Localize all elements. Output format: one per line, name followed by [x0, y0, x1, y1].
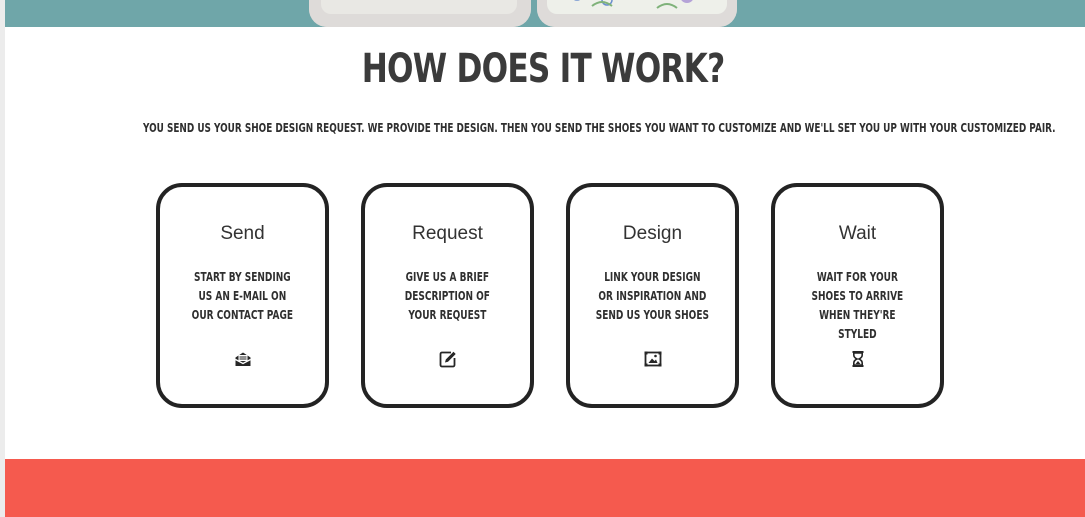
page-edge	[0, 0, 5, 517]
step-title: Send	[220, 223, 265, 244]
footer-band	[5, 459, 1085, 517]
step-card-wait: Wait WAIT FOR YOUR SHOES TO ARRIVE WHEN …	[771, 183, 944, 408]
envelope-open-icon	[234, 352, 251, 366]
image-icon	[644, 351, 661, 367]
hero-image	[5, 0, 1085, 27]
edit-icon	[439, 351, 456, 368]
shoe-right-image	[537, 0, 737, 27]
step-card-request: Request GIVE US A BRIEF DESCRIPTION OF Y…	[361, 183, 534, 408]
step-description: WAIT FOR YOUR SHOES TO ARRIVE WHEN THEY'…	[811, 269, 904, 341]
step-title: Design	[622, 223, 683, 244]
section-subtitle: YOU SEND US YOUR SHOE DESIGN REQUEST. WE…	[143, 121, 1056, 135]
page: HOW DOES IT WORK? YOU SEND US YOUR SHOE …	[0, 0, 1085, 517]
step-title: Request	[412, 223, 483, 244]
step-title: Wait	[838, 223, 877, 244]
shoe-left-image	[309, 0, 531, 27]
step-card-send: Send START BY SENDING US AN E-MAIL ON OU…	[156, 183, 329, 408]
step-card-design: Design LINK YOUR DESIGN OR INSPIRATION A…	[566, 183, 739, 408]
hourglass-icon	[852, 351, 863, 367]
step-description: LINK YOUR DESIGN OR INSPIRATION AND SEND…	[595, 269, 709, 322]
step-description: START BY SENDING US AN E-MAIL ON OUR CON…	[191, 269, 294, 322]
step-description: GIVE US A BRIEF DESCRIPTION OF YOUR REQU…	[404, 269, 490, 322]
section-title: HOW DOES IT WORK?	[361, 46, 725, 92]
